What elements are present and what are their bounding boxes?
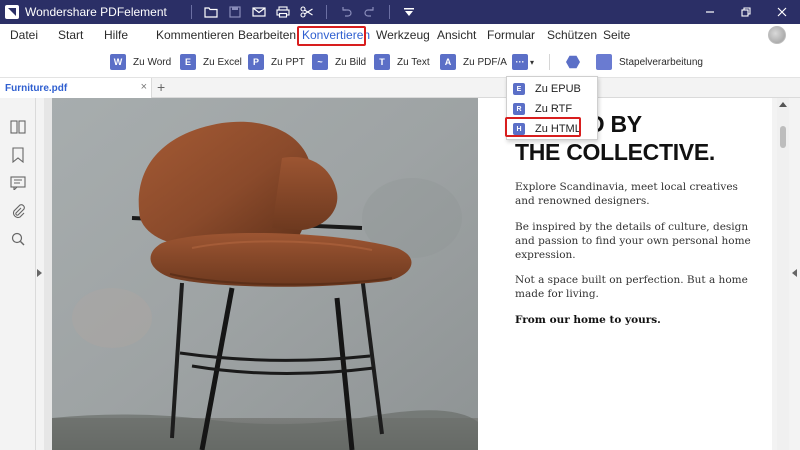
collapse-sidebar-icon[interactable] bbox=[37, 269, 42, 277]
document-tab-label: Furniture.pdf bbox=[5, 82, 68, 94]
menu-datei[interactable]: Datei bbox=[10, 28, 38, 42]
tool-label: Zu Excel bbox=[203, 56, 242, 68]
separator bbox=[549, 54, 550, 70]
dropdown-item-label: Zu RTF bbox=[535, 103, 573, 115]
close-icon[interactable] bbox=[764, 0, 800, 24]
to-excel-button[interactable]: E Zu Excel bbox=[180, 53, 242, 71]
menu-ansicht[interactable]: Ansicht bbox=[437, 28, 476, 42]
menu-formular[interactable]: Formular bbox=[487, 28, 535, 42]
paragraph: Be inspired by the details of culture, d… bbox=[515, 221, 751, 261]
batch-label: Stapelverarbeitung bbox=[619, 56, 703, 68]
pdfa-icon: A bbox=[440, 54, 456, 70]
more-icon: ··· bbox=[512, 54, 528, 70]
convert-toolbar: W Zu Word E Zu Excel P Zu PPT ~ Zu Bild … bbox=[0, 46, 800, 78]
bookmark-icon[interactable] bbox=[9, 146, 27, 164]
dropdown-highlight bbox=[505, 117, 581, 137]
restore-icon[interactable] bbox=[728, 0, 764, 24]
menu-start[interactable]: Start bbox=[58, 28, 83, 42]
scroll-up-icon[interactable] bbox=[779, 102, 787, 107]
active-menu-highlight bbox=[297, 26, 366, 46]
paragraph-bold: From our home to yours. bbox=[515, 314, 661, 326]
menu-kommentieren[interactable]: Kommentieren bbox=[156, 28, 234, 42]
undo-icon[interactable] bbox=[335, 3, 357, 21]
thumbnails-icon[interactable] bbox=[9, 118, 27, 136]
dropdown-item-label: Zu EPUB bbox=[535, 83, 581, 95]
pdfelement-window: Wondershare PDFelement Datei Start Hilfe… bbox=[0, 0, 800, 450]
to-text-button[interactable]: T Zu Text bbox=[374, 53, 430, 71]
paragraph: Not a space built on perfection. But a h… bbox=[515, 274, 748, 300]
text-icon: T bbox=[374, 54, 390, 70]
separator bbox=[190, 5, 192, 19]
image-icon: ~ bbox=[312, 54, 328, 70]
chair-photo bbox=[52, 98, 478, 450]
search-icon[interactable] bbox=[9, 230, 27, 248]
to-ppt-button[interactable]: P Zu PPT bbox=[248, 53, 305, 71]
title-bar: Wondershare PDFelement bbox=[0, 0, 800, 24]
menu-bar: Datei Start Hilfe Kommentieren Bearbeite… bbox=[0, 24, 800, 46]
document-tab[interactable]: Furniture.pdf × bbox=[0, 78, 152, 98]
chevron-down-icon: ▾ bbox=[530, 57, 535, 67]
attachment-icon[interactable] bbox=[9, 202, 27, 220]
comment-icon[interactable] bbox=[9, 174, 27, 192]
to-pdfa-button[interactable]: A Zu PDF/A bbox=[440, 53, 507, 71]
app-title: Wondershare PDFelement bbox=[25, 5, 167, 19]
menu-seite[interactable]: Seite bbox=[603, 28, 630, 42]
dropdown-icon[interactable] bbox=[398, 3, 420, 21]
epub-icon: E bbox=[513, 83, 525, 95]
print-icon[interactable] bbox=[272, 3, 294, 21]
more-formats-button[interactable]: ··· ▾ bbox=[512, 53, 534, 71]
window-controls bbox=[692, 0, 800, 24]
separator bbox=[388, 5, 390, 19]
ppt-icon: P bbox=[248, 54, 264, 70]
rtf-icon: R bbox=[513, 103, 525, 115]
quick-access-toolbar bbox=[185, 3, 420, 21]
folder-icon[interactable] bbox=[200, 3, 222, 21]
vertical-scrollbar[interactable] bbox=[777, 98, 789, 450]
tool-label: Zu Bild bbox=[335, 56, 367, 68]
mail-icon[interactable] bbox=[248, 3, 270, 21]
document-tab-bar: Furniture.pdf × + bbox=[0, 78, 800, 98]
word-icon: W bbox=[110, 54, 126, 70]
paragraph: Explore Scandinavia, meet local creative… bbox=[515, 181, 738, 207]
to-word-button[interactable]: W Zu Word bbox=[110, 53, 171, 71]
tool-label: Zu PDF/A bbox=[463, 56, 507, 68]
tool-label: Zu Word bbox=[133, 56, 172, 68]
avatar[interactable] bbox=[768, 26, 786, 44]
tool-label: Zu PPT bbox=[271, 56, 305, 68]
dropdown-item-rtf[interactable]: R Zu RTF bbox=[507, 99, 599, 119]
menu-bearbeiten[interactable]: Bearbeiten bbox=[238, 28, 296, 42]
batch-process-button[interactable]: Stapelverarbeitung bbox=[596, 53, 703, 71]
menu-schuetzen[interactable]: Schützen bbox=[547, 28, 597, 42]
add-tab-button[interactable]: + bbox=[157, 79, 165, 95]
menu-hilfe[interactable]: Hilfe bbox=[104, 28, 128, 42]
tool-label: Zu Text bbox=[397, 56, 430, 68]
scrollbar-thumb[interactable] bbox=[780, 126, 786, 148]
menu-werkzeug[interactable]: Werkzeug bbox=[376, 28, 430, 42]
save-icon[interactable] bbox=[224, 3, 246, 21]
redo-icon[interactable] bbox=[359, 3, 381, 21]
excel-icon: E bbox=[180, 54, 196, 70]
batch-icon bbox=[596, 54, 612, 70]
left-sidebar bbox=[0, 98, 36, 450]
scissors-icon[interactable] bbox=[296, 3, 318, 21]
expand-panel-icon[interactable] bbox=[792, 269, 797, 277]
headline-line-2: THE COLLECTIVE. bbox=[515, 139, 715, 165]
app-logo-icon bbox=[5, 5, 19, 19]
dropdown-item-epub[interactable]: E Zu EPUB bbox=[507, 79, 599, 99]
ocr-button[interactable] bbox=[566, 53, 580, 71]
separator bbox=[325, 5, 327, 19]
to-image-button[interactable]: ~ Zu Bild bbox=[312, 53, 366, 71]
close-tab-icon[interactable]: × bbox=[141, 81, 147, 93]
ocr-icon bbox=[566, 55, 580, 69]
minimize-icon[interactable] bbox=[692, 0, 728, 24]
